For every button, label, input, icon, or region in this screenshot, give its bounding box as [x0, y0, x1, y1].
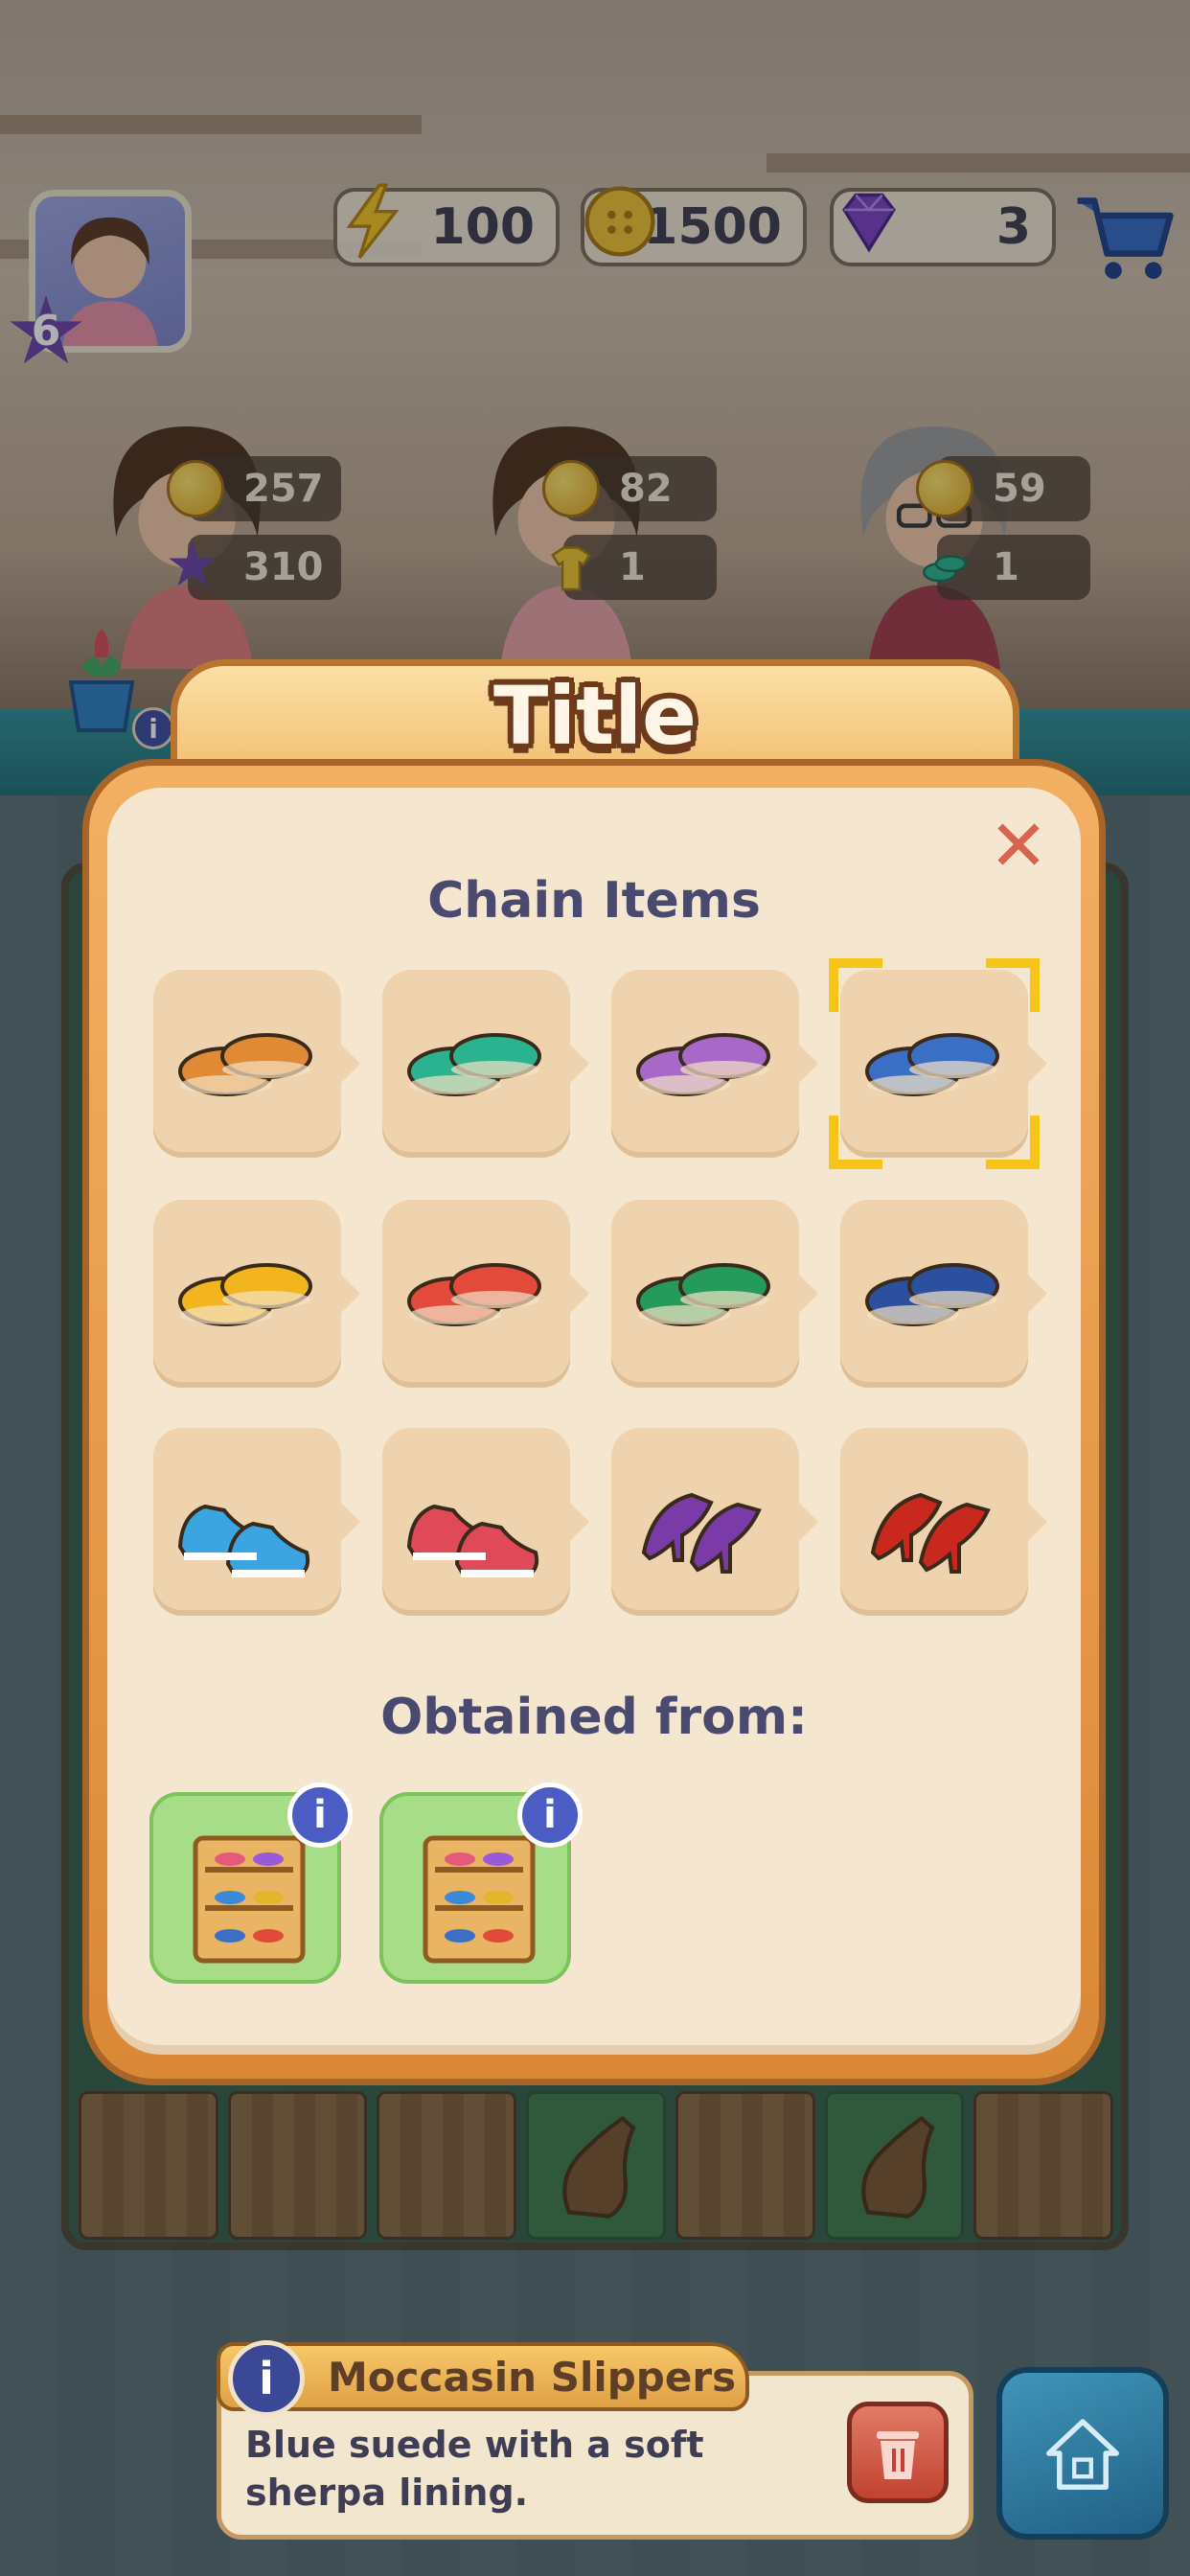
chain-arrow	[339, 1501, 360, 1543]
chain-arrow	[568, 1043, 589, 1085]
red-gold-heels-icon	[870, 1492, 991, 1574]
yellow-flats-icon	[178, 1263, 312, 1326]
chain-items-heading: Chain Items	[427, 872, 761, 930]
shoe-rack-icon	[423, 1835, 536, 1964]
green-flower-slippers-icon	[407, 1033, 541, 1096]
blue-sneakers-icon	[177, 1504, 310, 1577]
selection-corner	[829, 958, 882, 1012]
chain-arrow	[568, 1501, 589, 1543]
chain-item-tile[interactable]	[153, 970, 360, 1158]
chain-arrow	[1026, 1273, 1047, 1315]
source-info-button[interactable]: i	[287, 1782, 353, 1848]
chain-item-tile[interactable]	[611, 1428, 818, 1616]
navy-slip-ons-icon	[865, 1263, 999, 1326]
home-blueprint-button[interactable]	[996, 2367, 1169, 2540]
chain-item-tile[interactable]	[840, 1428, 1047, 1616]
selection-corner	[829, 1116, 882, 1169]
obtained-from-heading: Obtained from:	[380, 1689, 808, 1746]
chain-item-tile[interactable]	[611, 1200, 818, 1388]
selection-corner	[986, 958, 1040, 1012]
house-blueprint-icon	[1046, 2419, 1119, 2490]
chain-item-tile[interactable]	[382, 970, 589, 1158]
selection-corner	[986, 1116, 1040, 1169]
item-info-button[interactable]: i	[228, 2340, 305, 2417]
purple-heels-icon	[641, 1492, 762, 1574]
purple-slippers-icon	[636, 1033, 770, 1096]
item-description: Blue suede with a soft sherpa lining.	[245, 2424, 704, 2514]
chain-item-tile[interactable]	[382, 1200, 589, 1388]
chain-arrow	[797, 1501, 818, 1543]
chain-item-tile[interactable]	[829, 958, 1047, 1169]
source-info-button[interactable]: i	[517, 1782, 583, 1848]
chain-arrow	[797, 1043, 818, 1085]
trash-icon	[877, 2431, 919, 2479]
green-mary-janes-icon	[636, 1263, 770, 1326]
chain-item-tile[interactable]	[840, 1200, 1047, 1388]
chain-arrow	[1026, 1501, 1047, 1543]
chain-arrow	[339, 1273, 360, 1315]
chain-arrow	[339, 1043, 360, 1085]
modal-title: Title	[492, 669, 697, 763]
chain-item-tile[interactable]	[153, 1200, 360, 1388]
chain-item-tile[interactable]	[611, 970, 818, 1158]
chain-arrow	[797, 1273, 818, 1315]
delete-item-button[interactable]	[847, 2402, 949, 2503]
chain-item-tile[interactable]	[382, 1428, 589, 1616]
orange-sandals-icon	[178, 1033, 312, 1096]
red-flats-icon	[407, 1263, 541, 1326]
shoe-rack-icon	[193, 1835, 306, 1964]
red-high-top-sneakers-icon	[406, 1504, 539, 1577]
chain-item-tile[interactable]	[153, 1428, 360, 1616]
item-name: Moccasin Slippers	[328, 2353, 737, 2401]
chain-arrow	[568, 1273, 589, 1315]
chain-arrow	[1026, 1043, 1047, 1085]
